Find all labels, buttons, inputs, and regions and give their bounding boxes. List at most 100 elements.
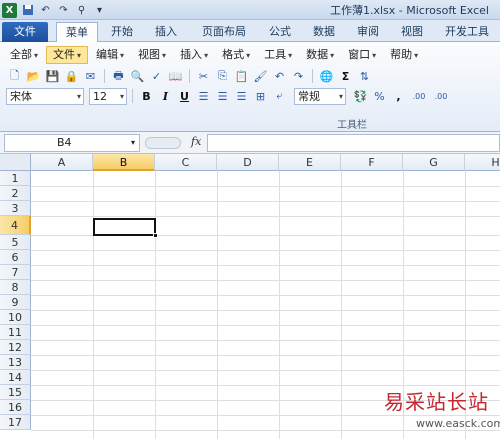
fill-handle[interactable] <box>153 233 158 238</box>
print-icon[interactable]: 🖶 <box>110 68 127 84</box>
autosum-icon[interactable]: Σ <box>337 68 354 84</box>
row-header[interactable]: 16 <box>0 400 31 415</box>
row-header[interactable]: 10 <box>0 310 31 325</box>
menu-format-label: 格式 <box>222 48 245 61</box>
tab-home[interactable]: 开始 <box>104 22 140 42</box>
menu-window[interactable]: 窗口 ▾ <box>342 46 382 64</box>
row-header[interactable]: 1 <box>0 171 31 186</box>
number-format-select[interactable]: 常规 ▾ <box>294 87 346 105</box>
save-icon[interactable] <box>20 3 35 18</box>
italic-button[interactable]: I <box>157 88 174 104</box>
row-header[interactable]: 3 <box>0 201 31 216</box>
email-icon[interactable]: ✉ <box>82 68 99 84</box>
menu-file[interactable]: 文件 ▾ <box>46 46 89 64</box>
align-left-icon[interactable]: ☰ <box>195 88 212 104</box>
row-header[interactable]: 6 <box>0 250 31 265</box>
column-header[interactable]: E <box>279 154 341 171</box>
select-all-corner[interactable] <box>0 154 31 171</box>
row-header[interactable]: 9 <box>0 295 31 310</box>
underline-button[interactable]: U <box>176 88 193 104</box>
column-header[interactable]: H <box>465 154 500 171</box>
tab-menu[interactable]: 菜单 <box>56 22 98 43</box>
menu-view[interactable]: 视图 ▾ <box>132 46 172 64</box>
cut-icon[interactable]: ✂ <box>195 68 212 84</box>
formula-bar-resize-handle[interactable] <box>145 137 181 149</box>
permission-icon[interactable]: 🔒 <box>63 68 80 84</box>
hyperlink-icon[interactable]: 🌐 <box>318 68 335 84</box>
print-preview-icon[interactable]: 🔍 <box>129 68 146 84</box>
name-box[interactable]: B4 ▾ <box>4 134 140 152</box>
column-header[interactable]: A <box>31 154 93 171</box>
spelling-icon[interactable]: ✓ <box>148 68 165 84</box>
menu-data[interactable]: 数据 ▾ <box>300 46 340 64</box>
row-header[interactable]: 15 <box>0 385 31 400</box>
increase-decimal-button[interactable]: .00 <box>409 88 429 104</box>
row-header-selected[interactable]: 4 <box>0 216 31 235</box>
new-file-icon[interactable]: 🗋 <box>6 68 23 84</box>
currency-icon[interactable]: 💱 <box>352 88 369 104</box>
chevron-down-icon: ▾ <box>77 51 82 60</box>
insert-function-icon[interactable]: fx <box>191 135 201 148</box>
row-header[interactable]: 14 <box>0 370 31 385</box>
menu-tools[interactable]: 工具 ▾ <box>258 46 298 64</box>
copy-icon[interactable]: ⎘ <box>214 68 231 84</box>
row-header[interactable]: 11 <box>0 325 31 340</box>
column-header[interactable]: C <box>155 154 217 171</box>
tab-developer[interactable]: 开发工具 <box>438 22 496 42</box>
tab-data[interactable]: 数据 <box>306 22 342 42</box>
percent-button[interactable]: % <box>371 88 388 104</box>
format-painter-icon[interactable]: 🖌 <box>252 68 269 84</box>
tab-review[interactable]: 审阅 <box>350 22 386 42</box>
row-header[interactable]: 13 <box>0 355 31 370</box>
menu-help[interactable]: 帮助 ▾ <box>384 46 424 64</box>
decrease-decimal-button[interactable]: .00 <box>431 88 451 104</box>
merge-center-icon[interactable]: ⊞ <box>252 88 269 104</box>
active-cell-b4[interactable] <box>93 218 156 236</box>
align-right-icon[interactable]: ☰ <box>233 88 250 104</box>
wrap-text-icon[interactable]: ⤶ <box>271 88 288 104</box>
row-header[interactable]: 7 <box>0 265 31 280</box>
formula-input[interactable] <box>207 134 500 152</box>
menu-insert[interactable]: 插入 ▾ <box>174 46 214 64</box>
chevron-down-icon: ▾ <box>414 51 419 60</box>
align-center-icon[interactable]: ☰ <box>214 88 231 104</box>
menu-format[interactable]: 格式 ▾ <box>216 46 256 64</box>
undo-icon[interactable]: ↶ <box>38 3 53 18</box>
redo-icon[interactable]: ↷ <box>56 3 71 18</box>
font-name-select[interactable]: 宋体 ▾ <box>6 87 84 105</box>
number-format-value: 常规 <box>298 89 320 103</box>
menu-all[interactable]: 全部 ▾ <box>4 46 44 64</box>
font-name-value: 宋体 <box>10 89 32 103</box>
research-icon[interactable]: 📖 <box>167 68 184 84</box>
tab-view[interactable]: 视图 <box>394 22 430 42</box>
row-header[interactable]: 17 <box>0 415 31 430</box>
tab-insert[interactable]: 插入 <box>148 22 184 42</box>
open-folder-icon[interactable]: 📂 <box>25 68 42 84</box>
column-header-selected[interactable]: B <box>93 154 155 171</box>
sort-ascending-icon[interactable]: ⇅ <box>356 68 373 84</box>
undo-icon[interactable]: ↶ <box>271 68 288 84</box>
font-size-value: 12 <box>93 89 107 103</box>
column-header[interactable]: D <box>217 154 279 171</box>
tab-page-layout[interactable]: 页面布局 <box>194 22 254 42</box>
comma-style-button[interactable]: , <box>390 88 407 104</box>
excel-logo-icon[interactable]: X <box>2 2 17 18</box>
row-header[interactable]: 5 <box>0 235 31 250</box>
redo-icon[interactable]: ↷ <box>290 68 307 84</box>
save-icon[interactable]: 💾 <box>44 68 61 84</box>
divider <box>104 69 105 83</box>
binoculars-icon[interactable]: ⚲ <box>74 3 89 18</box>
menu-edit[interactable]: 编辑 ▾ <box>90 46 130 64</box>
paste-icon[interactable]: 📋 <box>233 68 250 84</box>
row-header[interactable]: 8 <box>0 280 31 295</box>
column-header[interactable]: G <box>403 154 465 171</box>
bold-button[interactable]: B <box>138 88 155 104</box>
column-header[interactable]: F <box>341 154 403 171</box>
tab-formulas[interactable]: 公式 <box>262 22 298 42</box>
row-header[interactable]: 2 <box>0 186 31 201</box>
customize-qat-icon[interactable]: ▾ <box>92 3 107 18</box>
watermark-logo: 易采站长站 <box>384 390 489 414</box>
row-header[interactable]: 12 <box>0 340 31 355</box>
tab-file[interactable]: 文件 <box>2 22 48 42</box>
font-size-select[interactable]: 12 ▾ <box>89 87 127 105</box>
